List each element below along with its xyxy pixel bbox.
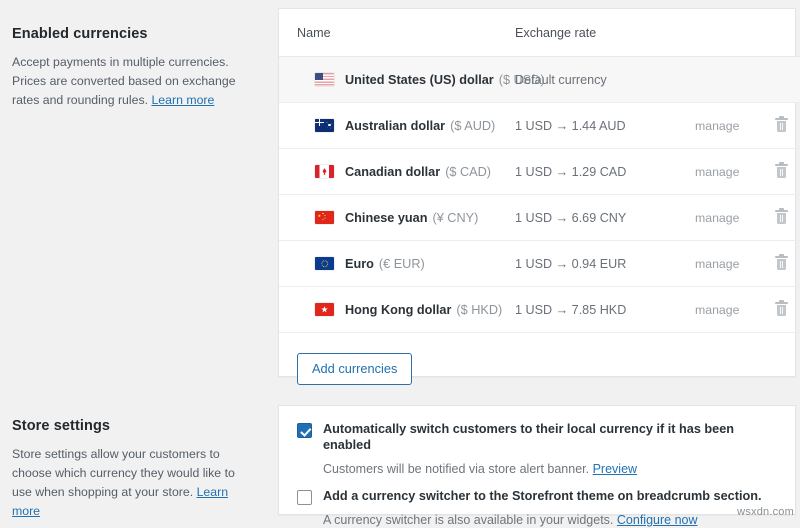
row-delete-cell xyxy=(773,287,800,333)
row-rate-cell: 1 USD → 1.44 AUD xyxy=(515,103,695,149)
currencies-card: Name Exchange rate United States (US) do… xyxy=(278,8,796,377)
flag-hk-icon xyxy=(315,303,334,316)
flag-us-icon xyxy=(315,73,334,86)
manage-link[interactable]: manage xyxy=(695,103,773,149)
table-body: United States (US) dollar ($ USD) Defaul… xyxy=(279,57,800,333)
watermark: wsxdn.com xyxy=(737,506,794,518)
row-name-cell: Euro (€ EUR) xyxy=(279,241,515,287)
row-name-cell: Hong Kong dollar ($ HKD) xyxy=(279,287,515,333)
row-manage-cell xyxy=(695,57,773,103)
trash-icon[interactable] xyxy=(775,302,788,317)
row-delete-cell xyxy=(773,149,800,195)
add-currencies-area: Add currencies xyxy=(279,333,795,385)
store-option-text: Add a currency switcher to the Storefron… xyxy=(323,489,762,528)
page-title: Enabled currencies xyxy=(12,26,262,42)
currency-name: Hong Kong dollar xyxy=(345,303,451,317)
manage-link[interactable]: manage xyxy=(695,195,773,241)
row-name-cell: Canadian dollar ($ CAD) xyxy=(279,149,515,195)
table-head: Name Exchange rate xyxy=(279,9,800,57)
row-rate-cell: 1 USD → 6.69 CNY xyxy=(515,195,695,241)
add-currencies-button[interactable]: Add currencies xyxy=(297,353,412,385)
currency-name: Canadian dollar xyxy=(345,165,440,179)
table-row: Australian dollar ($ AUD) 1 USD → 1.44 A… xyxy=(279,103,800,149)
store-settings-desc: Store settings allow your customers to c… xyxy=(12,445,252,521)
store-option-text: Automatically switch customers to their … xyxy=(323,422,777,477)
column-header-exchange-rate: Exchange rate xyxy=(515,9,695,57)
trash-icon[interactable] xyxy=(775,210,788,225)
store-settings-description: Store settings Store settings allow your… xyxy=(0,418,262,521)
manage-link[interactable]: manage xyxy=(695,287,773,333)
store-settings-card: Automatically switch customers to their … xyxy=(278,405,796,515)
currency-name: Euro xyxy=(345,257,374,271)
currency-name: United States (US) dollar xyxy=(345,73,494,87)
trash-icon[interactable] xyxy=(775,256,788,271)
column-header-delete xyxy=(773,9,800,57)
store-option-subtext: Customers will be notified via store ale… xyxy=(323,461,777,477)
currency-code: ($ CAD) xyxy=(445,165,491,179)
currency-name: Chinese yuan xyxy=(345,211,428,225)
checkbox-auto-switch[interactable] xyxy=(297,423,312,438)
column-header-manage xyxy=(695,9,773,57)
currency-code: (€ EUR) xyxy=(379,257,425,271)
checkbox-currency-switcher[interactable] xyxy=(297,490,312,505)
manage-link[interactable]: manage xyxy=(695,241,773,287)
trash-icon[interactable] xyxy=(775,164,788,179)
row-rate-cell: 1 USD → 7.85 HKD xyxy=(515,287,695,333)
store-option-subtext-text: Customers will be notified via store ale… xyxy=(323,462,589,476)
store-option-subtext: A currency switcher is also available in… xyxy=(323,512,762,528)
table-row: Euro (€ EUR) 1 USD → 0.94 EUR manage xyxy=(279,241,800,287)
currency-name: Australian dollar xyxy=(345,119,445,133)
row-delete-cell xyxy=(773,103,800,149)
row-name-cell: United States (US) dollar ($ USD) xyxy=(279,57,515,103)
table-row: Chinese yuan (¥ CNY) 1 USD → 6.69 CNY ma… xyxy=(279,195,800,241)
row-delete-cell xyxy=(773,57,800,103)
flag-ca-icon xyxy=(315,165,334,178)
currency-code: ($ HKD) xyxy=(456,303,502,317)
store-option-label: Automatically switch customers to their … xyxy=(323,422,777,454)
store-option-auto-switch: Automatically switch customers to their … xyxy=(297,422,777,477)
row-rate-cell: 1 USD → 0.94 EUR xyxy=(515,241,695,287)
currencies-table: Name Exchange rate United States (US) do… xyxy=(279,9,800,333)
flag-cn-icon xyxy=(315,211,334,224)
store-settings-title: Store settings xyxy=(12,418,262,434)
row-delete-cell xyxy=(773,241,800,287)
table-row: Hong Kong dollar ($ HKD) 1 USD → 7.85 HK… xyxy=(279,287,800,333)
table-row: Canadian dollar ($ CAD) 1 USD → 1.29 CAD… xyxy=(279,149,800,195)
table-row: United States (US) dollar ($ USD) Defaul… xyxy=(279,57,800,103)
flag-eu-icon xyxy=(315,257,334,270)
enabled-currencies-description: Enabled currencies Accept payments in mu… xyxy=(0,26,262,110)
row-name-cell: Chinese yuan (¥ CNY) xyxy=(279,195,515,241)
trash-icon[interactable] xyxy=(775,118,788,133)
row-rate-cell: Default currency xyxy=(515,57,695,103)
enabled-currencies-desc: Accept payments in multiple currencies. … xyxy=(12,53,252,110)
currency-code: ($ AUD) xyxy=(450,119,495,133)
learn-more-link-currencies[interactable]: Learn more xyxy=(151,93,214,107)
configure-now-link[interactable]: Configure now xyxy=(617,513,698,527)
row-name-cell: Australian dollar ($ AUD) xyxy=(279,103,515,149)
table-header-row: Name Exchange rate xyxy=(279,9,800,57)
store-option-label: Add a currency switcher to the Storefron… xyxy=(323,489,762,505)
store-settings-options: Automatically switch customers to their … xyxy=(279,406,795,528)
currency-code: (¥ CNY) xyxy=(433,211,479,225)
settings-page: Enabled currencies Accept payments in mu… xyxy=(0,0,800,521)
flag-au-icon xyxy=(315,119,334,132)
manage-link[interactable]: manage xyxy=(695,149,773,195)
store-option-subtext-text: A currency switcher is also available in… xyxy=(323,513,613,527)
column-header-name: Name xyxy=(279,9,515,57)
preview-link[interactable]: Preview xyxy=(593,462,637,476)
row-rate-cell: 1 USD → 1.29 CAD xyxy=(515,149,695,195)
store-option-currency-switcher: Add a currency switcher to the Storefron… xyxy=(297,489,777,528)
row-delete-cell xyxy=(773,195,800,241)
